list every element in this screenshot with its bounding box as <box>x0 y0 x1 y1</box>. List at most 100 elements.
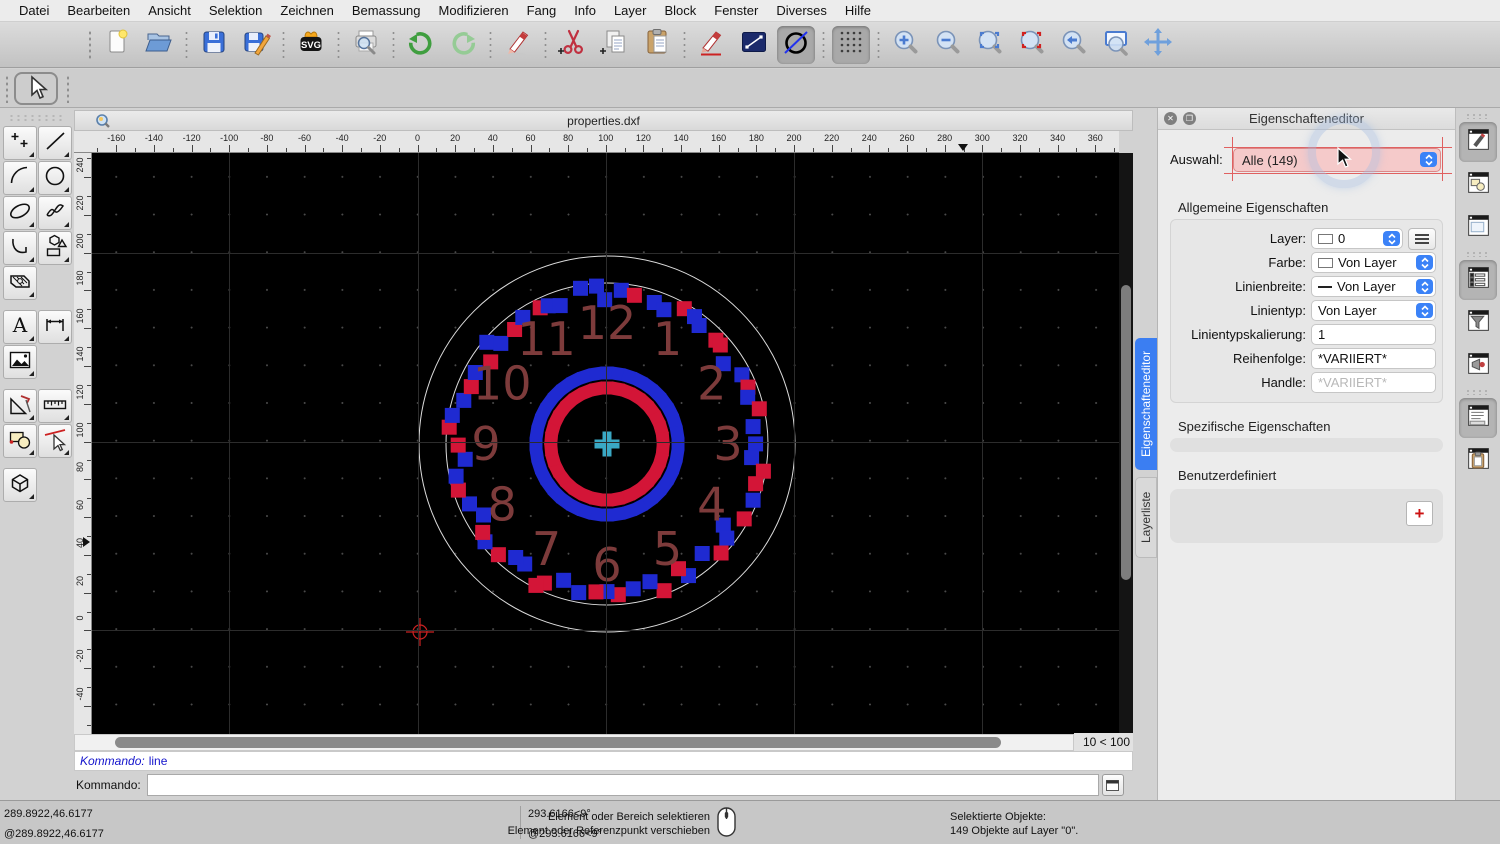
draw-pencil-button[interactable] <box>693 26 731 64</box>
property-input[interactable]: *VARIIERT* <box>1311 348 1436 369</box>
menu-fenster[interactable]: Fenster <box>705 0 767 22</box>
tool-measure-button[interactable] <box>38 389 72 423</box>
tool-block-button[interactable] <box>3 424 37 458</box>
print-preview-button[interactable] <box>347 26 385 64</box>
menu-block[interactable]: Block <box>655 0 705 22</box>
toolbar-drag-handle[interactable] <box>88 29 92 60</box>
ruler-label: 280 <box>937 133 953 143</box>
tool-points-button[interactable] <box>3 126 37 160</box>
cut-button[interactable] <box>554 26 592 64</box>
menu-modifizieren[interactable]: Modifizieren <box>430 0 518 22</box>
erase-button[interactable] <box>499 26 537 64</box>
paste-button[interactable] <box>638 26 676 64</box>
tool-circle-button[interactable] <box>38 161 72 195</box>
menu-layer[interactable]: Layer <box>605 0 656 22</box>
new-file-button[interactable] <box>98 26 136 64</box>
menu-info[interactable]: Info <box>565 0 605 22</box>
zoom-selection-button[interactable] <box>1013 26 1051 64</box>
menu-bemassung[interactable]: Bemassung <box>343 0 430 22</box>
layer-menu-button[interactable] <box>1408 227 1436 250</box>
property-combo[interactable]: Von Layer <box>1311 300 1436 321</box>
add-property-button[interactable]: + <box>1406 501 1433 526</box>
pan-button[interactable] <box>1139 26 1177 64</box>
tool-dimension-button[interactable] <box>38 310 72 344</box>
tool-polyline-button[interactable] <box>3 231 37 265</box>
property-row: Linienbreite: Von Layer <box>1177 275 1436 298</box>
palette-drag-handle[interactable] <box>8 114 66 122</box>
command-history-toggle-button[interactable] <box>1101 774 1124 796</box>
copy-button[interactable] <box>596 26 634 64</box>
menu-bearbeiten[interactable]: Bearbeiten <box>58 0 139 22</box>
dock-block-list-button[interactable] <box>1459 165 1497 205</box>
property-input[interactable]: *VARIIERT* <box>1311 372 1436 393</box>
tool-select-line-button[interactable] <box>38 424 72 458</box>
stepper-icon[interactable] <box>1416 255 1433 270</box>
dock-property-editor-button[interactable] <box>1459 122 1497 162</box>
dock-layer-list-button[interactable] <box>1459 260 1497 300</box>
menu-datei[interactable]: Datei <box>10 0 58 22</box>
scrollbar-thumb[interactable] <box>115 737 1001 748</box>
menu-zeichnen[interactable]: Zeichnen <box>271 0 342 22</box>
property-combo[interactable]: 0 <box>1311 228 1403 249</box>
toolbar-drag-handle[interactable] <box>5 75 9 103</box>
dock-command-history-button[interactable] <box>1459 398 1497 438</box>
zoom-out-button[interactable] <box>929 26 967 64</box>
scrollbar-thumb[interactable] <box>1121 285 1131 580</box>
menu-ansicht[interactable]: Ansicht <box>139 0 200 22</box>
tab-eigenschafteneditor[interactable]: Eigenschafteneditor <box>1135 338 1157 470</box>
tool-hatch-button[interactable] <box>3 266 37 300</box>
line-tool-button[interactable] <box>735 26 773 64</box>
property-input[interactable]: 1 <box>1311 324 1436 345</box>
stepper-icon[interactable] <box>1416 303 1433 318</box>
dock-selection-filter-button[interactable] <box>1459 303 1497 343</box>
tool-ellipse-button[interactable] <box>3 196 37 230</box>
drawing-canvas[interactable]: 1 2 3 4 5 6 7 8 9 10 11 12 <box>92 153 1119 734</box>
property-combo[interactable]: Von Layer <box>1311 276 1436 297</box>
redo-button[interactable] <box>444 26 482 64</box>
ruler-label: 200 <box>75 233 85 249</box>
ruler-tick <box>87 498 91 500</box>
grid-toggle-button[interactable] <box>832 25 870 64</box>
dock-viewport-button[interactable] <box>1459 208 1497 248</box>
tool-arc-button[interactable] <box>3 161 37 195</box>
grid-meta-line <box>794 153 796 734</box>
dock-light-button[interactable] <box>1459 346 1497 386</box>
zoom-in-button[interactable] <box>887 26 925 64</box>
circle-line-tool-button[interactable] <box>777 25 815 64</box>
tool-image-button[interactable] <box>3 345 37 379</box>
section-general-title: Allgemeine Eigenschaften <box>1178 200 1329 215</box>
svg-export-button[interactable]: SVG <box>292 26 330 64</box>
save-as-button[interactable] <box>237 26 275 64</box>
menu-diverses[interactable]: Diverses <box>767 0 836 22</box>
ruler-label: 100 <box>598 133 614 143</box>
zoom-previous-button[interactable] <box>1055 26 1093 64</box>
open-file-button[interactable] <box>140 26 178 64</box>
tool-draw-misc-button[interactable] <box>3 389 37 423</box>
stepper-icon[interactable] <box>1383 231 1400 246</box>
toolbar-drag-handle[interactable] <box>66 75 70 103</box>
command-input[interactable] <box>146 774 1099 796</box>
tab-layerliste[interactable]: Layerliste <box>1135 477 1157 558</box>
canvas-vertical-scrollbar[interactable] <box>1119 153 1133 734</box>
undo-button[interactable] <box>402 26 440 64</box>
save-button[interactable] <box>195 26 233 64</box>
save-as-icon <box>241 27 271 62</box>
menu-fang[interactable]: Fang <box>518 0 566 22</box>
canvas-horizontal-scrollbar[interactable] <box>74 734 1074 751</box>
tool-solid-button[interactable] <box>3 468 37 502</box>
tool-line-button[interactable] <box>38 126 72 160</box>
stepper-icon[interactable] <box>1416 279 1433 294</box>
toolbar-separator <box>542 27 549 62</box>
zoom-auto-button[interactable] <box>971 26 1009 64</box>
dock-drag-handle[interactable] <box>1465 113 1491 119</box>
menu-hilfe[interactable]: Hilfe <box>836 0 880 22</box>
zoom-window-button[interactable] <box>1097 26 1135 64</box>
property-combo[interactable]: Von Layer <box>1311 252 1436 273</box>
selection-tool-button[interactable] <box>14 72 58 105</box>
tool-text-button[interactable]: A <box>3 310 37 344</box>
tool-shapes-button[interactable] <box>38 231 72 265</box>
tool-spline-button[interactable] <box>38 196 72 230</box>
dock-clipboard-panel-button[interactable] <box>1459 441 1497 481</box>
menu-selektion[interactable]: Selektion <box>200 0 271 22</box>
stepper-icon[interactable] <box>1420 152 1437 167</box>
